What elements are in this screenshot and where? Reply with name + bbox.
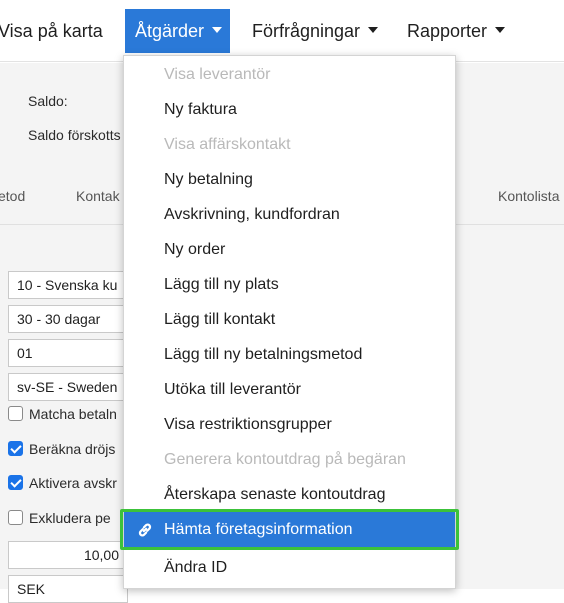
statement-cycle-field[interactable]: 01	[8, 339, 128, 367]
atgarder-dropdown-menu: Visa leverantör Ny faktura Visa affärsko…	[120, 55, 459, 589]
checkbox[interactable]	[8, 509, 23, 525]
checkbox[interactable]	[8, 474, 23, 490]
saldo-label: Saldo:	[28, 93, 68, 109]
menu-item-generera-kontoutdrag[interactable]: Generera kontoutdrag på begäran	[124, 442, 455, 477]
checkbox-row[interactable]: Aktivera avskr	[8, 474, 117, 495]
checkbox-label: Aktivera avskr	[29, 475, 117, 491]
menu-item-ny-order[interactable]: Ny order	[124, 232, 455, 267]
checkbox[interactable]	[8, 405, 23, 421]
menu-visa-pa-karta[interactable]: Visa på karta	[0, 9, 113, 53]
top-menu-bar: Visa på karta Åtgärder Förfrågningar Rap…	[0, 0, 564, 62]
customer-class-field[interactable]: 10 - Svenska ku	[8, 271, 128, 299]
menu-item-label: Hämta företagsinformation	[164, 521, 353, 538]
menu-forfragningar[interactable]: Förfrågningar	[242, 9, 388, 53]
checkbox-row[interactable]: Matcha betaln	[8, 405, 117, 426]
menu-label: Visa på karta	[0, 21, 103, 41]
locale-field[interactable]: sv-SE - Sweden	[8, 373, 128, 401]
tab-betalningsmetod[interactable]: etod	[0, 188, 25, 204]
menu-label: Rapporter	[407, 21, 488, 41]
checkbox-row[interactable]: Beräkna dröjs	[8, 440, 116, 461]
checkbox-label: Exkludera pe	[29, 510, 111, 526]
tab-kontolista[interactable]: Kontolista	[498, 188, 559, 204]
menu-item-visa-affarskontakt[interactable]: Visa affärskontakt	[124, 127, 455, 162]
menu-item-ny-betalning[interactable]: Ny betalning	[124, 162, 455, 197]
currency-field[interactable]: SEK	[8, 575, 128, 603]
menu-atgarder[interactable]: Åtgärder	[125, 9, 230, 53]
menu-item-avskrivning[interactable]: Avskrivning, kundfordran	[124, 197, 455, 232]
menu-item-visa-leverantor[interactable]: Visa leverantör	[124, 57, 455, 92]
menu-item-lagg-till-ny-plats[interactable]: Lägg till ny plats	[124, 267, 455, 302]
saldo-forskott-label: Saldo förskotts	[28, 127, 121, 143]
menu-item-aterskapa-kontoutdrag[interactable]: Återskapa senaste kontoutdrag	[124, 477, 455, 512]
menu-rapporter[interactable]: Rapporter	[397, 9, 515, 53]
menu-item-lagg-till-betalningsmetod[interactable]: Lägg till ny betalningsmetod	[124, 337, 455, 372]
menu-item-hamta-foretagsinformation[interactable]: Hämta företagsinformation	[120, 509, 459, 550]
menu-label: Åtgärder	[135, 21, 205, 41]
checkbox-row[interactable]: Exkludera pe	[8, 509, 111, 530]
amount-field[interactable]: 10,00	[8, 541, 128, 569]
terms-field[interactable]: 30 - 30 dagar	[8, 305, 128, 333]
menu-item-visa-restriktionsgrupper[interactable]: Visa restriktionsgrupper	[124, 407, 455, 442]
caret-down-icon	[495, 27, 506, 34]
caret-down-icon	[368, 27, 379, 34]
menu-item-lagg-till-kontakt[interactable]: Lägg till kontakt	[124, 302, 455, 337]
link-icon	[138, 523, 152, 537]
caret-down-icon	[212, 27, 223, 34]
checkbox[interactable]	[8, 440, 23, 456]
checkbox-label: Matcha betaln	[29, 406, 117, 422]
menu-item-utoka-till-leverantor[interactable]: Utöka till leverantör	[124, 372, 455, 407]
tab-kontakter[interactable]: Kontak	[76, 188, 120, 204]
checkbox-label: Beräkna dröjs	[29, 441, 116, 457]
menu-item-andra-id[interactable]: Ändra ID	[124, 550, 455, 585]
menu-item-ny-faktura[interactable]: Ny faktura	[124, 92, 455, 127]
menu-label: Förfrågningar	[252, 21, 361, 41]
